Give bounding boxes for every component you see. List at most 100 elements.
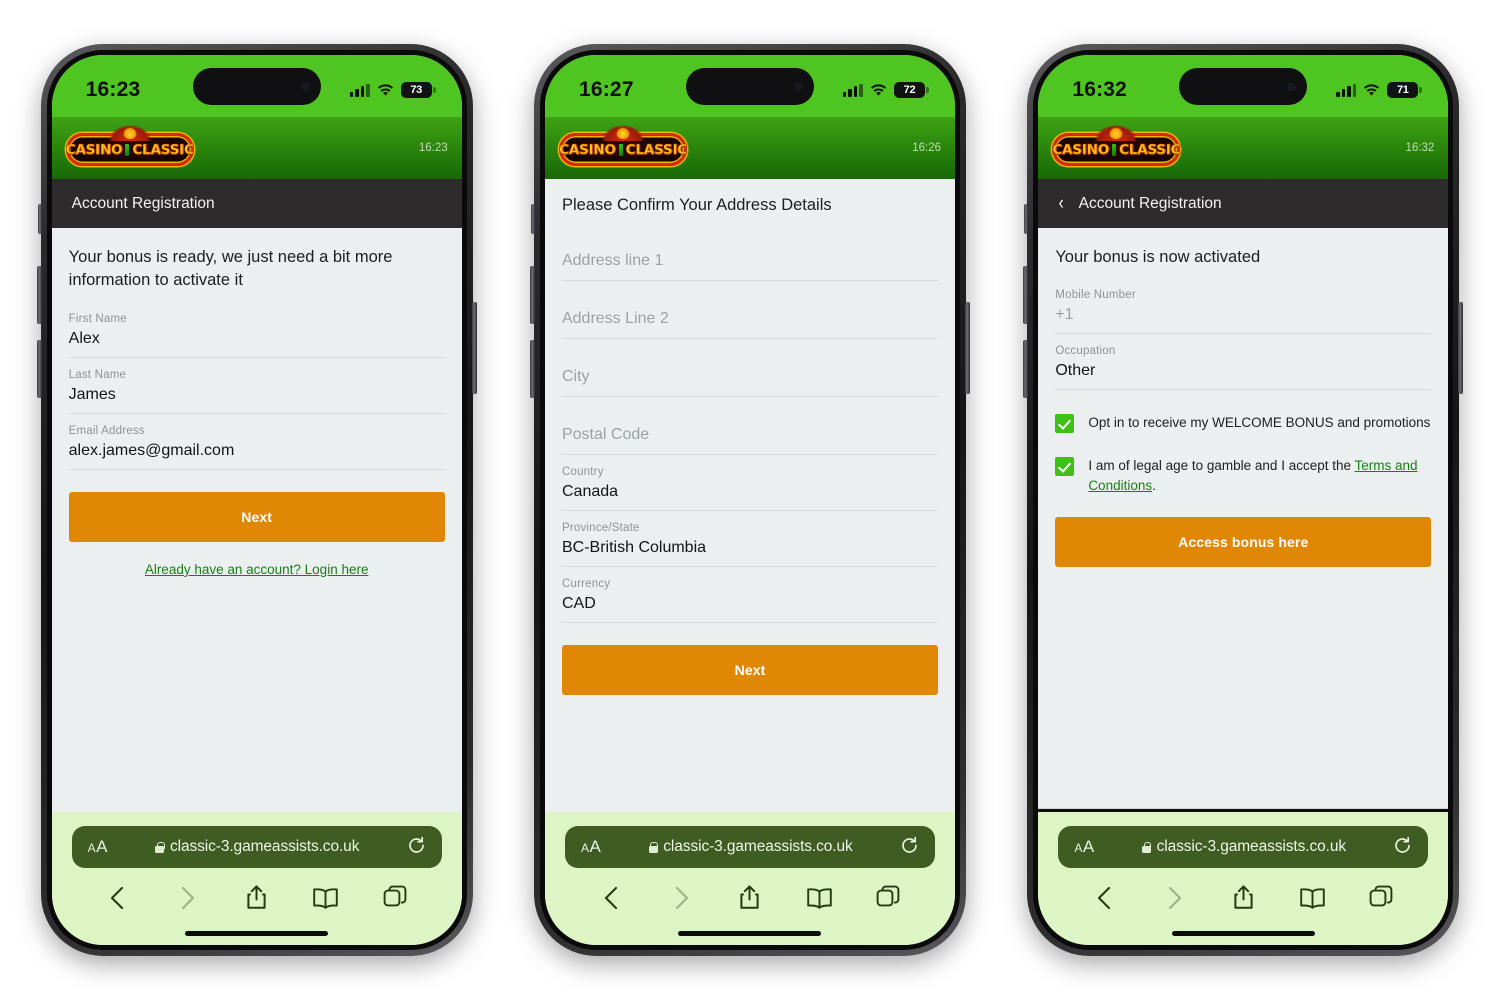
browser-nav-bar: [66, 868, 448, 911]
status-bar-indicators: 73: [349, 74, 432, 98]
share-icon[interactable]: [715, 884, 784, 911]
bookmarks-icon[interactable]: [1278, 887, 1347, 909]
battery-indicator: 73: [400, 82, 432, 98]
checkbox-row-2: I am of legal age to gamble and I accept…: [1055, 433, 1431, 494]
login-link[interactable]: Already have an account? Login here: [69, 562, 445, 577]
text-size-large-a: A: [589, 837, 602, 856]
field-value[interactable]: alex.james@gmail.com: [68, 442, 445, 470]
text-size-button[interactable]: AA: [1074, 837, 1094, 857]
address-bar[interactable]: AA classic-3.gameassists.co.uk: [564, 826, 935, 868]
address-bar[interactable]: AA classic-3.gameassists.co.uk: [71, 826, 442, 868]
field-value[interactable]: City: [561, 351, 938, 398]
form-field-1: Mobile Number +1: [1055, 278, 1432, 335]
checkbox-text-tail: .: [1152, 477, 1156, 493]
address-bar-content: classic-3.gameassists.co.uk: [565, 838, 935, 856]
silent-switch[interactable]: [37, 204, 42, 234]
reload-icon[interactable]: [900, 836, 919, 858]
field-value[interactable]: James: [68, 386, 445, 414]
logo-word-1: CASINO: [65, 141, 123, 158]
reload-icon[interactable]: [407, 836, 426, 858]
back-chevron-icon[interactable]: ‹: [1059, 194, 1064, 213]
volume-down-button[interactable]: [1023, 340, 1029, 398]
text-size-button[interactable]: AA: [581, 837, 601, 857]
bookmarks-icon[interactable]: [785, 887, 854, 909]
phone-screen: 16:23 73 CASINO CLASSIC 16:23 Account Registr…: [51, 55, 462, 945]
field-value[interactable]: BC-British Columbia: [561, 539, 938, 568]
field-value[interactable]: Address Line 2: [561, 293, 938, 340]
dynamic-island: [192, 68, 321, 105]
lock-icon: [647, 841, 658, 853]
checkbox-1[interactable]: [1055, 414, 1075, 434]
status-bar-indicators: 71: [1336, 74, 1419, 98]
address-bar-url: classic-3.gameassists.co.uk: [1156, 838, 1347, 855]
logo-text: CASINO CLASSIC: [559, 133, 688, 166]
volume-up-button[interactable]: [36, 266, 42, 324]
home-indicator: [185, 931, 329, 936]
phone-screen: 16:32 71 CASINO CLASSIC 16:32 ‹ Account Regist…: [1038, 55, 1449, 945]
field-value[interactable]: CAD: [561, 595, 938, 624]
status-bar: 16:23 73: [51, 55, 462, 117]
safari-toolbar: AA classic-3.gameassists.co.uk: [1038, 809, 1449, 945]
battery-indicator: 72: [893, 82, 925, 98]
back-icon[interactable]: [84, 885, 153, 911]
tabs-icon[interactable]: [1347, 885, 1416, 910]
bookmarks-icon[interactable]: [291, 887, 360, 909]
silent-switch[interactable]: [1024, 204, 1029, 234]
primary-cta-button[interactable]: Access bonus here: [1055, 516, 1432, 567]
wifi-icon: [377, 83, 394, 97]
form-field-2: Last Name James: [68, 358, 445, 414]
form-field-1: First Name Alex: [68, 302, 445, 358]
volume-down-button[interactable]: [529, 340, 535, 398]
page-heading: Your bonus is now activated: [1055, 248, 1261, 266]
field-value[interactable]: +1: [1055, 306, 1432, 335]
text-size-button[interactable]: AA: [88, 837, 108, 857]
back-icon[interactable]: [1070, 885, 1139, 911]
field-value[interactable]: Canada: [561, 483, 938, 512]
battery-indicator: 71: [1387, 82, 1419, 98]
browser-nav-bar: [1052, 868, 1434, 911]
primary-cta-button[interactable]: Next: [68, 491, 445, 542]
volume-up-button[interactable]: [1023, 266, 1029, 324]
forward-icon[interactable]: [1140, 885, 1209, 911]
address-bar-content: classic-3.gameassists.co.uk: [1058, 838, 1428, 856]
casino-classic-logo[interactable]: CASINO CLASSIC: [1052, 125, 1181, 170]
form-field-6: Province/State BC-British Columbia: [561, 511, 938, 568]
field-label: Province/State: [561, 522, 640, 535]
text-size-small-a: A: [580, 841, 590, 855]
tabs-icon[interactable]: [360, 885, 429, 910]
field-label: First Name: [68, 312, 127, 325]
cellular-signal-icon: [842, 83, 863, 97]
address-bar-url: classic-3.gameassists.co.uk: [663, 838, 853, 855]
logo-text: CASINO CLASSIC: [1052, 133, 1181, 166]
cellular-signal-icon: [1336, 83, 1357, 97]
address-bar[interactable]: AA classic-3.gameassists.co.uk: [1058, 826, 1429, 868]
site-header: CASINO CLASSIC 16:23: [51, 117, 462, 179]
field-value[interactable]: Address line 1: [561, 235, 938, 282]
field-value[interactable]: Alex: [68, 330, 445, 358]
field-label: Mobile Number: [1055, 289, 1136, 302]
volume-down-button[interactable]: [36, 340, 42, 398]
dynamic-island: [1179, 68, 1308, 105]
primary-cta-button[interactable]: Next: [561, 645, 938, 696]
volume-up-button[interactable]: [529, 266, 535, 324]
field-value[interactable]: Other: [1055, 362, 1432, 391]
checkbox-2[interactable]: [1055, 457, 1075, 477]
tabs-icon[interactable]: [854, 885, 923, 910]
share-icon[interactable]: [1209, 884, 1278, 911]
casino-classic-logo[interactable]: CASINO CLASSIC: [559, 125, 688, 170]
text-size-small-a: A: [1074, 841, 1083, 855]
logo-text: CASINO CLASSIC: [65, 133, 194, 166]
forward-icon[interactable]: [646, 885, 715, 911]
casino-classic-logo[interactable]: CASINO CLASSIC: [65, 125, 194, 170]
power-button[interactable]: [471, 302, 477, 394]
phone-screen: 16:27 72 CASINO CLASSIC 16:26 Please Confirm …: [544, 55, 955, 945]
back-icon[interactable]: [577, 885, 646, 911]
field-value[interactable]: Postal Code: [561, 409, 938, 456]
power-button[interactable]: [964, 302, 970, 394]
wifi-icon: [1363, 83, 1380, 97]
forward-icon[interactable]: [153, 885, 222, 911]
silent-switch[interactable]: [530, 204, 535, 234]
reload-icon[interactable]: [1393, 836, 1412, 858]
share-icon[interactable]: [222, 884, 291, 911]
power-button[interactable]: [1458, 302, 1464, 394]
